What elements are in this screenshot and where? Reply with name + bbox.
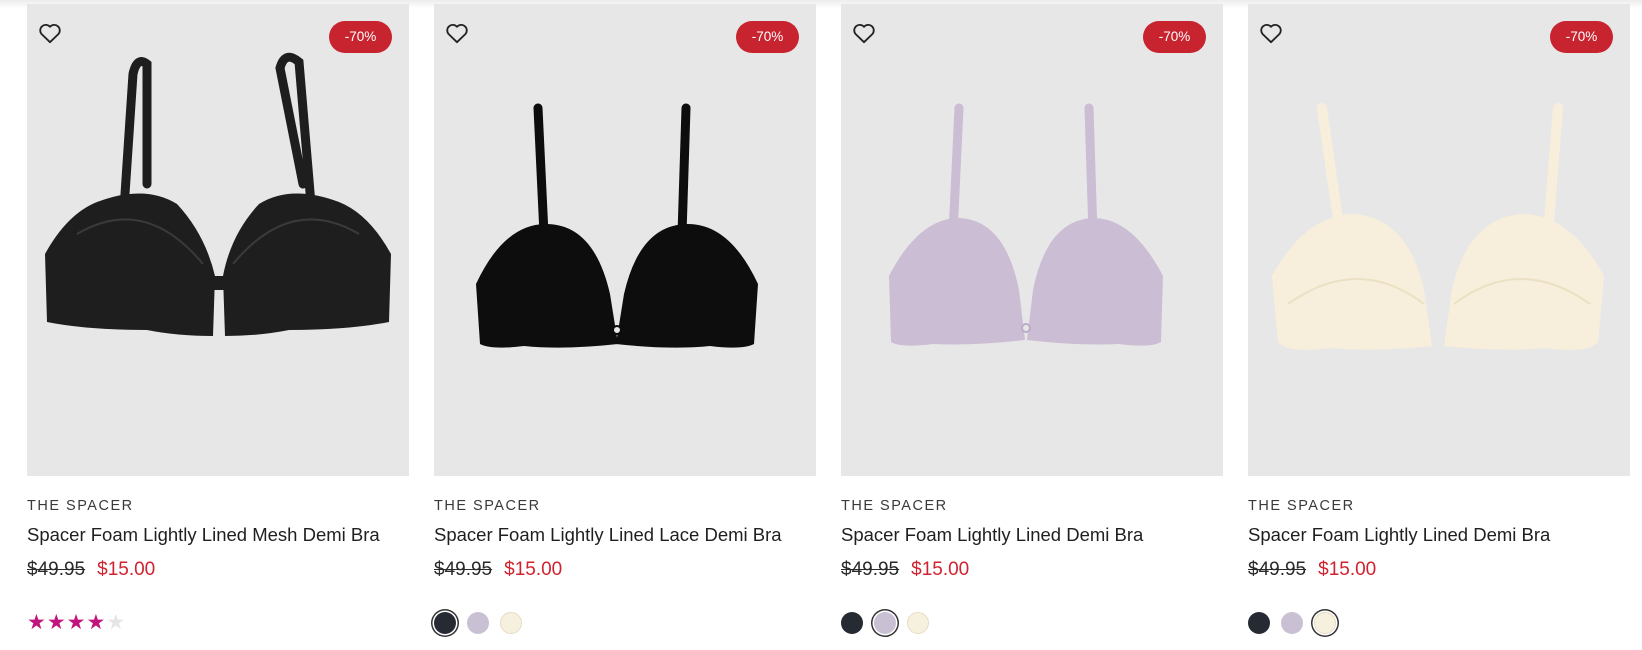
star-rating: ★ ★ ★ ★ ★: [27, 611, 409, 635]
sale-price: $15.00: [97, 559, 156, 580]
discount-badge: -70%: [1143, 21, 1206, 53]
sale-price: $15.00: [911, 559, 970, 580]
original-price: $49.95: [434, 559, 493, 580]
discount-badge: -70%: [736, 21, 799, 53]
product-card[interactable]: -70% THE SPACER Spacer Foam Lightly Line…: [434, 4, 816, 635]
product-brand: THE SPACER: [27, 498, 134, 514]
color-swatch-cream[interactable]: [500, 612, 522, 634]
color-swatch-lilac[interactable]: [1281, 612, 1303, 634]
color-swatch-lilac[interactable]: [467, 612, 489, 634]
sale-price: $15.00: [504, 559, 563, 580]
product-name[interactable]: Spacer Foam Lightly Lined Mesh Demi Bra: [27, 524, 409, 546]
original-price: $49.95: [27, 559, 86, 580]
bra-lace-image: [476, 103, 758, 348]
color-swatches: [434, 611, 816, 635]
bra-mesh-image: [45, 52, 391, 336]
product-brand: THE SPACER: [434, 498, 541, 514]
product-image[interactable]: -70%: [434, 4, 816, 476]
bra-lilac-image: [889, 103, 1163, 346]
product-prices: $49.95 $15.00: [841, 559, 1223, 581]
color-swatch-black[interactable]: [841, 612, 863, 634]
product-image[interactable]: -70%: [1248, 4, 1630, 476]
color-swatch-black[interactable]: [434, 612, 456, 634]
star-filled-icon: ★: [46, 611, 66, 634]
heart-outline-icon[interactable]: [444, 20, 470, 46]
heart-outline-icon[interactable]: [1258, 20, 1284, 46]
product-prices: $49.95 $15.00: [434, 559, 816, 581]
sale-price: $15.00: [1318, 559, 1377, 580]
star-filled-icon: ★: [27, 611, 46, 634]
star-filled-icon: ★: [86, 611, 106, 634]
product-card[interactable]: -70% THE SPACER Spacer Foam Lightly Line…: [1248, 4, 1630, 635]
color-swatch-lilac[interactable]: [874, 612, 896, 634]
product-name[interactable]: Spacer Foam Lightly Lined Demi Bra: [841, 524, 1223, 546]
original-price: $49.95: [1248, 559, 1307, 580]
product-name[interactable]: Spacer Foam Lightly Lined Lace Demi Bra: [434, 524, 816, 546]
product-prices: $49.95 $15.00: [1248, 559, 1630, 581]
star-filled-icon: ★: [66, 611, 86, 634]
product-image[interactable]: -70%: [841, 4, 1223, 476]
color-swatch-cream[interactable]: [907, 612, 929, 634]
discount-badge: -70%: [329, 21, 392, 53]
heart-outline-icon[interactable]: [851, 20, 877, 46]
heart-outline-icon[interactable]: [37, 20, 63, 46]
discount-badge: -70%: [1550, 21, 1613, 53]
star-empty-icon: ★: [106, 611, 126, 634]
color-swatches: [1248, 611, 1630, 635]
color-swatches: [841, 611, 1223, 635]
product-card[interactable]: -70% THE SPACER Spacer Foam Lightly Line…: [27, 4, 409, 635]
product-brand: THE SPACER: [841, 498, 948, 514]
bra-cream-image: [1272, 103, 1604, 350]
product-card[interactable]: -70% THE SPACER Spacer Foam Lightly Line…: [841, 4, 1223, 635]
product-prices: $49.95 $15.00: [27, 559, 409, 581]
original-price: $49.95: [841, 559, 900, 580]
product-name[interactable]: Spacer Foam Lightly Lined Demi Bra: [1248, 524, 1630, 546]
product-grid: -70% THE SPACER Spacer Foam Lightly Line…: [27, 4, 1630, 635]
color-swatch-cream[interactable]: [1314, 612, 1336, 634]
color-swatch-black[interactable]: [1248, 612, 1270, 634]
product-image[interactable]: -70%: [27, 4, 409, 476]
product-brand: THE SPACER: [1248, 498, 1355, 514]
